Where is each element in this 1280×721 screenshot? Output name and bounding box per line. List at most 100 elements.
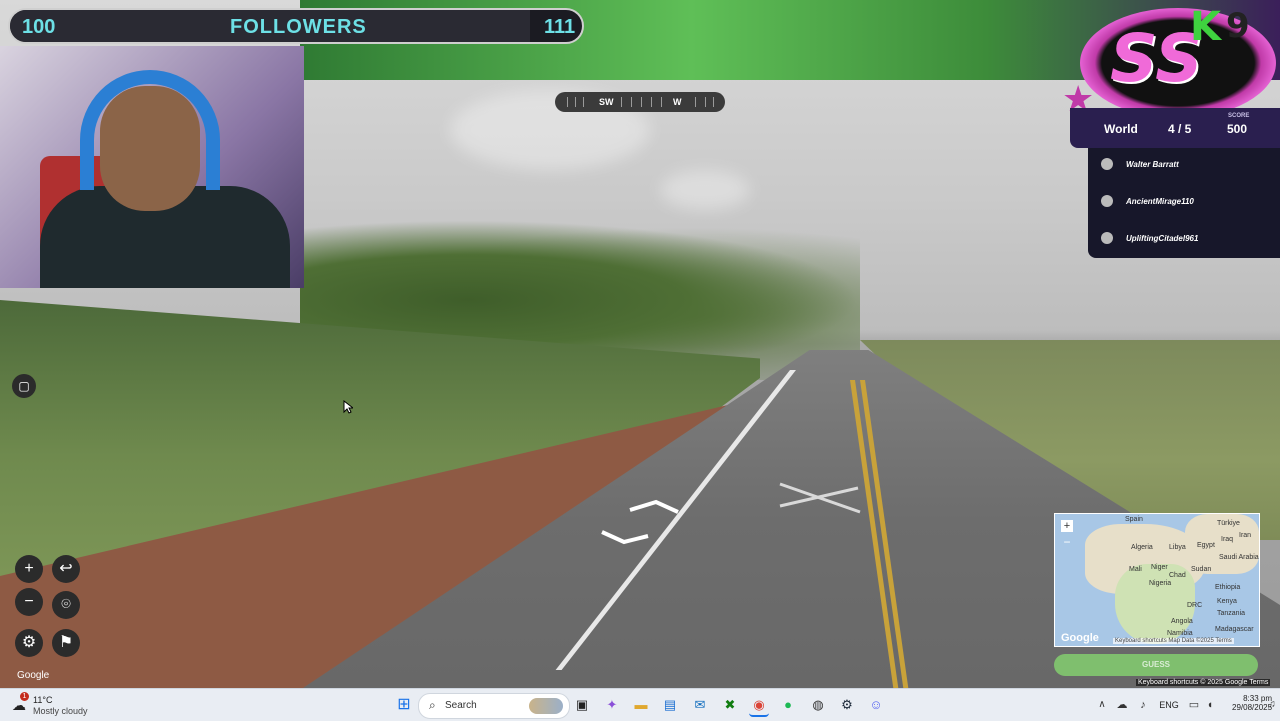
avatar xyxy=(1101,232,1113,244)
xbox-icon[interactable]: ✖ xyxy=(720,695,740,715)
chevron-up-icon[interactable]: ∧ xyxy=(1092,695,1112,715)
map-label: Iran xyxy=(1239,532,1252,539)
task-view-icon[interactable]: ▣ xyxy=(572,695,592,715)
minimap-footer[interactable]: Keyboard shortcuts Map Data ©2025 Terms xyxy=(1113,638,1234,644)
map-label: Ethiopia xyxy=(1215,584,1241,591)
windows-taskbar: ☁ 11°C Mostly cloudy 1 ⊞ ⌕ Search ▣ ✦ ▬ … xyxy=(0,688,1280,721)
minimap-zoom-out-button[interactable]: − xyxy=(1061,536,1073,548)
notification-bell-icon[interactable]: ♫ xyxy=(1262,695,1280,715)
game-mode: World xyxy=(1104,122,1138,136)
windows-start-icon[interactable]: ⊞ xyxy=(394,695,414,715)
map-label: Türkiye xyxy=(1217,520,1240,527)
avatar xyxy=(1101,158,1113,170)
compass-tick xyxy=(641,97,642,107)
followers-goal: 111 xyxy=(544,16,576,38)
logo-k: K xyxy=(1190,4,1221,50)
compass: SW W xyxy=(555,92,725,112)
compass-tick xyxy=(583,97,584,107)
onedrive-cloud-icon[interactable]: ☁ xyxy=(1112,695,1132,715)
map-label: Iraq xyxy=(1221,536,1234,543)
taskbar-search[interactable]: ⌕ Search xyxy=(418,693,570,719)
score-label: SCORE xyxy=(1228,113,1250,119)
channel-logo: SS K 9 ★ xyxy=(1060,0,1280,120)
compass-tick xyxy=(621,97,622,107)
compass-tick xyxy=(631,97,632,107)
logo-ss: SS xyxy=(1110,20,1203,97)
search-highlight-image xyxy=(529,698,563,714)
checkpoint-pin-icon[interactable]: ⌾ xyxy=(52,591,80,619)
map-label: Nigeria xyxy=(1149,580,1172,587)
compass-w: W xyxy=(673,97,682,107)
map-label: Chad xyxy=(1169,572,1186,579)
webcam-feed xyxy=(0,46,304,288)
minimap-zoom-in-button[interactable]: + xyxy=(1061,520,1073,532)
logo-nine: 9 xyxy=(1226,6,1250,46)
compass-sw: SW xyxy=(599,97,614,107)
scoreboard-header: World 4 / 5 SCORE 500 xyxy=(1070,108,1280,148)
guess-button[interactable]: GUESS xyxy=(1054,654,1258,676)
map-label: Namibia xyxy=(1167,630,1193,637)
search-icon: ⌕ xyxy=(429,698,436,712)
followers-goal-bar: 100 FOLLOWERS 111 xyxy=(8,8,584,44)
score-value: 500 xyxy=(1227,122,1248,136)
map-label: Saudi Arabia xyxy=(1219,554,1259,561)
minimap-google-logo: Google xyxy=(1061,632,1099,644)
compass-tick xyxy=(651,97,652,107)
player-list: Walter Barratt AncientMirage110 Upliftin… xyxy=(1088,148,1280,258)
followers-label: FOLLOWERS xyxy=(230,16,367,38)
player-row: AncientMirage110 xyxy=(1088,186,1280,216)
map-label: Madagascar xyxy=(1215,626,1254,633)
weather-desc: Mostly cloudy xyxy=(33,706,88,716)
spotify-icon[interactable]: ● xyxy=(778,695,798,715)
compass-tick xyxy=(695,97,696,107)
map-label: Niger xyxy=(1151,564,1168,571)
copilot-icon[interactable]: ✦ xyxy=(602,695,622,715)
search-placeholder: Search xyxy=(445,700,477,711)
guess-minimap[interactable]: Spain Türkiye Iraq Iran Algeria Libya Eg… xyxy=(1054,513,1260,647)
steam-icon[interactable]: ⚙ xyxy=(837,695,857,715)
undo-button[interactable]: ↩ xyxy=(52,555,80,583)
map-label: Mali xyxy=(1129,566,1142,573)
volume-icon[interactable]: ◖ xyxy=(1200,695,1220,715)
map-label: DRC xyxy=(1187,602,1203,609)
chrome-icon[interactable]: ◉ xyxy=(749,695,769,717)
player-row: Walter Barratt xyxy=(1088,149,1280,179)
weather-temp: 11°C xyxy=(33,695,53,705)
map-label: Libya xyxy=(1169,544,1186,551)
language-indicator[interactable]: ENG xyxy=(1156,695,1182,715)
settings-gear-icon[interactable]: ⚙ xyxy=(15,629,43,657)
cloud xyxy=(660,170,750,210)
map-label: Tanzania xyxy=(1217,610,1246,617)
map-label: Sudan xyxy=(1191,566,1212,573)
map-label: Spain xyxy=(1125,516,1143,523)
compass-tick xyxy=(575,97,576,107)
compass-tick xyxy=(661,97,662,107)
avatar xyxy=(1101,195,1113,207)
outlook-icon[interactable]: ✉ xyxy=(690,695,710,715)
obs-icon[interactable]: ◍ xyxy=(808,695,828,715)
google-watermark: Google xyxy=(17,670,50,681)
road-cross-marker xyxy=(779,482,861,514)
compass-tick xyxy=(567,97,568,107)
headphones xyxy=(80,70,220,190)
player-name: Walter Barratt xyxy=(1126,160,1179,169)
discord-icon[interactable]: ☺ xyxy=(866,695,886,715)
file-explorer-icon[interactable]: ▬ xyxy=(631,695,651,715)
move-arrow-icon[interactable] xyxy=(598,496,688,546)
map-label: Kenya xyxy=(1217,598,1237,605)
chat-icon[interactable]: ▢ xyxy=(12,374,36,398)
map-label: Egypt xyxy=(1197,542,1215,549)
player-row: UpliftingCitadel961 xyxy=(1088,223,1280,253)
notification-badge: 1 xyxy=(20,692,29,701)
store-icon[interactable]: ▤ xyxy=(660,695,680,715)
map-label: Algeria xyxy=(1131,544,1153,551)
player-name: UpliftingCitadel961 xyxy=(1126,234,1199,243)
player-name: AncientMirage110 xyxy=(1126,197,1194,206)
zoom-out-button[interactable]: − xyxy=(15,588,43,616)
round-counter: 4 / 5 xyxy=(1168,122,1192,136)
microphone-icon[interactable]: ♪ xyxy=(1133,695,1153,715)
return-to-start-flag-icon[interactable]: ⚑ xyxy=(52,629,80,657)
zoom-in-button[interactable]: + xyxy=(15,555,43,583)
map-label: Angola xyxy=(1171,618,1193,625)
map-attribution[interactable]: Keyboard shortcuts © 2025 Google Terms xyxy=(1136,679,1271,686)
